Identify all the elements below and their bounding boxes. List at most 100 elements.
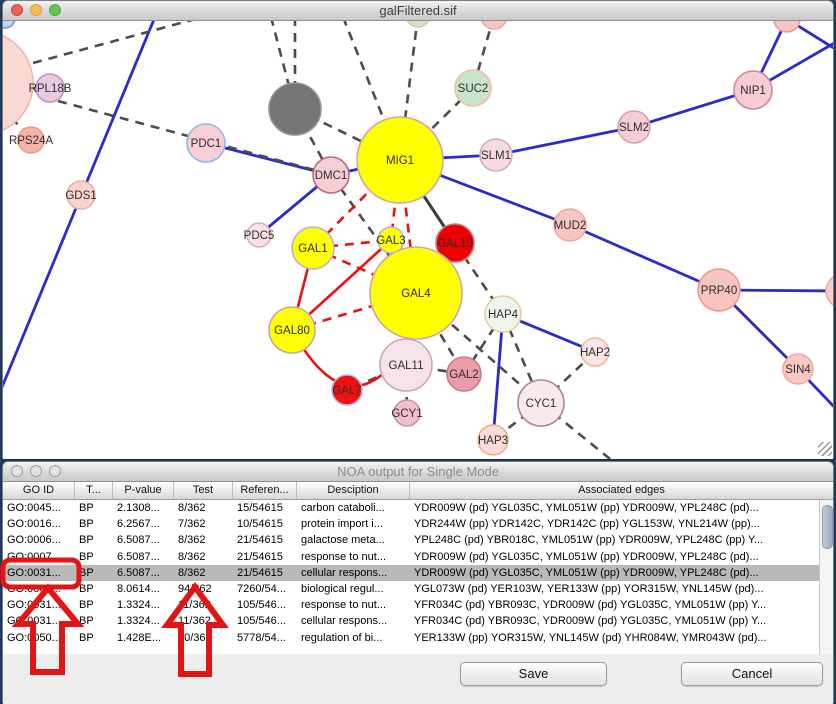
noa-window-titlebar[interactable]: NOA output for Single Mode <box>3 462 833 482</box>
table-cell: BP <box>75 597 113 613</box>
table-cell: 7260/54... <box>233 581 297 597</box>
network-graph: RPL18BRPS24AGDS1PDC1DMC1SUC2MIG1SLM1SLM2… <box>3 21 833 459</box>
table-cell: BP <box>75 613 113 629</box>
graph-edge[interactable] <box>496 127 634 155</box>
table-cell: BP <box>75 630 113 646</box>
table-row[interactable]: GO:0007...BP6.5087...8/36221/54615respon… <box>3 549 833 565</box>
scrollbar-thumb[interactable] <box>822 505 833 549</box>
minimize-button[interactable] <box>30 465 42 477</box>
graph-node-label: NIP1 <box>740 85 766 97</box>
column-header-t-[interactable]: T... <box>75 482 113 499</box>
zoom-button[interactable] <box>49 4 61 16</box>
table-cell: 8.0614... <box>113 581 174 597</box>
graph-edge[interactable] <box>570 225 719 290</box>
graph-node-label: DMC1 <box>315 170 348 182</box>
graph-edge[interactable] <box>33 21 203 63</box>
graph-node-label: GAL11 <box>389 360 424 372</box>
table-cell: 94/362 <box>174 581 233 597</box>
table-cell: BP <box>75 549 113 565</box>
table-cell: 8/362 <box>174 549 233 565</box>
table-cell: galactose meta... <box>297 532 410 548</box>
table-cell: GO:0065... <box>3 581 75 597</box>
column-header-test[interactable]: Test <box>174 482 233 499</box>
graph-window-titlebar[interactable]: galFiltered.sif <box>3 1 833 21</box>
graph-node-label: SIN4 <box>785 364 811 376</box>
table-row[interactable]: GO:0031...BP1.3324...11/362105/546...res… <box>3 597 833 613</box>
table-row[interactable]: GO:0006...BP6.5087...8/36221/54615galact… <box>3 532 833 548</box>
table-row[interactable]: GO:0031...BP1.3324...11/362105/546...cel… <box>3 613 833 629</box>
column-header-p-value[interactable]: P-value <box>113 482 174 499</box>
resize-grip-icon[interactable] <box>818 442 832 456</box>
table-cell: YGL073W (pd) YER103W, YER133W (pp) YOR31… <box>410 581 833 597</box>
table-row[interactable]: GO:0065...BP8.0614...94/3627260/54...bio… <box>3 581 833 597</box>
table-cell: 21/54615 <box>233 532 297 548</box>
graph-node-label: GAL80 <box>274 325 310 337</box>
table-cell: 8/362 <box>174 500 233 516</box>
table-cell: GO:0031... <box>3 597 75 613</box>
graph-node-label: HAP4 <box>488 309 519 321</box>
table-cell: YFR034C (pd) YBR093C, YDR009W (pd) YGL03… <box>410 613 833 629</box>
table-cell: YER133W (pp) YOR315W, YNL145W (pd) YHR08… <box>410 630 833 646</box>
table-cell: GO:0050... <box>3 630 75 646</box>
graph-node-label: RPS24A <box>9 135 53 147</box>
table-cell: 15/54615 <box>233 500 297 516</box>
cancel-button[interactable]: Cancel <box>681 662 823 686</box>
table-cell: BP <box>75 500 113 516</box>
graph-node-label: RPL18B <box>29 83 72 95</box>
table-cell: 105/546... <box>233 597 297 613</box>
table-cell: 8/362 <box>174 565 233 581</box>
table-cell: GO:0006... <box>3 532 75 548</box>
table-row[interactable]: GO:0050...BP1.428E...80/3625778/54...reg… <box>3 630 833 646</box>
noa-output-window: NOA output for Single Mode GO IDT...P-va… <box>2 461 834 703</box>
save-button[interactable]: Save <box>460 662 607 686</box>
column-header-associated-edges[interactable]: Associated edges <box>410 482 833 499</box>
column-header-desciption[interactable]: Desciption <box>297 482 410 499</box>
graph-node-label: HAP2 <box>580 347 610 359</box>
network-canvas[interactable]: RPL18BRPS24AGDS1PDC1DMC1SUC2MIG1SLM1SLM2… <box>3 21 833 459</box>
table-cell: 7/362 <box>174 516 233 532</box>
graph-node-label: GDS1 <box>65 190 96 202</box>
table-cell: 6.2567... <box>113 516 174 532</box>
vertical-scrollbar[interactable] <box>819 500 833 654</box>
minimize-button[interactable] <box>30 4 42 16</box>
table-cell: GO:0031... <box>3 565 75 581</box>
table-cell: YDR009W (pd) YGL035C, YML051W (pp) YDR00… <box>410 565 833 581</box>
table-row-selected[interactable]: GO:0031...BP6.5087...8/36221/54615cellul… <box>3 565 833 581</box>
table-cell: 8/362 <box>174 532 233 548</box>
table-cell: BP <box>75 565 113 581</box>
graph-node-label: GAL3 <box>376 235 405 247</box>
graph-edge[interactable] <box>493 314 503 440</box>
graph-node-unlabeled[interactable] <box>774 21 800 32</box>
table-cell: regulation of bi... <box>297 630 410 646</box>
graph-node-label: GCY1 <box>391 408 422 420</box>
table-cell: GO:0007... <box>3 549 75 565</box>
close-button[interactable] <box>11 4 23 16</box>
table-header-row: GO IDT...P-valueTestReferen...Desciption… <box>3 482 833 500</box>
graph-node-label: PDC5 <box>244 230 275 242</box>
column-header-referen-[interactable]: Referen... <box>233 482 297 499</box>
graph-node-unlabeled[interactable] <box>406 21 430 27</box>
graph-node-label: PDC1 <box>191 138 222 150</box>
graph-node-label: GAL4 <box>401 288 431 300</box>
zoom-button[interactable] <box>49 465 61 477</box>
table-cell: YPL248C (pd) YBR018C, YML051W (pp) YDR00… <box>410 532 833 548</box>
graph-node-label: PRP40 <box>701 285 737 297</box>
table-cell: 10/54615 <box>233 516 297 532</box>
column-header-go-id[interactable]: GO ID <box>3 482 75 499</box>
table-cell: protein import i... <box>297 516 410 532</box>
table-cell: GO:0031... <box>3 613 75 629</box>
table-row[interactable]: GO:0016...BP6.2567...7/36210/54615protei… <box>3 516 833 532</box>
close-button[interactable] <box>11 465 23 477</box>
table-cell: YDR009W (pd) YGL035C, YML051W (pp) YDR00… <box>410 500 833 516</box>
graph-node-label: SUC2 <box>458 83 489 95</box>
graph-node-label: GAL7 <box>332 385 361 397</box>
table-cell: 2.1308... <box>113 500 174 516</box>
table-viewport: GO:0045...BP2.1308...8/36215/54615carbon… <box>3 500 833 654</box>
graph-node-unlabeled[interactable] <box>481 21 507 29</box>
table-row[interactable]: GO:0045...BP2.1308...8/36215/54615carbon… <box>3 500 833 516</box>
table-cell: 6.5087... <box>113 565 174 581</box>
graph-node-unlabeled[interactable] <box>269 83 321 135</box>
table-cell: YFR034C (pd) YBR093C, YDR009W (pd) YGL03… <box>410 597 833 613</box>
graph-node-unlabeled[interactable] <box>3 21 15 28</box>
graph-node-label: SLM1 <box>481 150 511 162</box>
